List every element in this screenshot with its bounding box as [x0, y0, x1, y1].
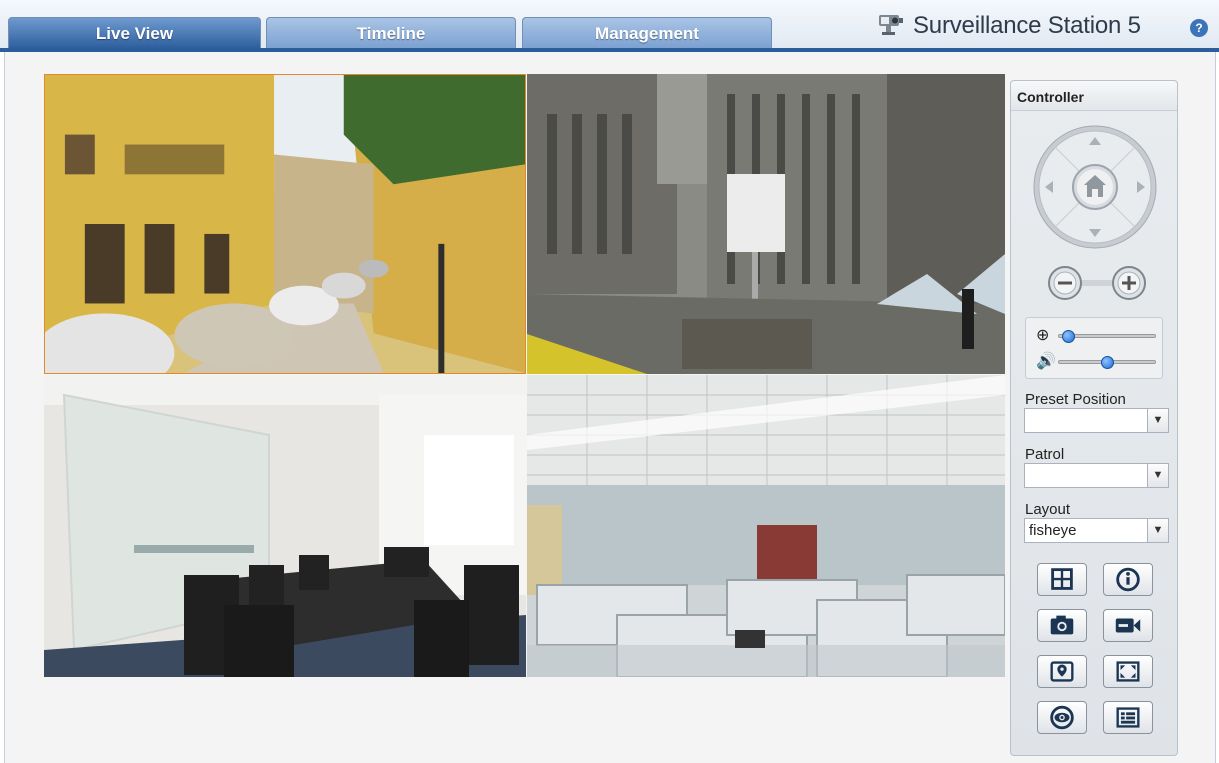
chevron-down-icon[interactable]: ▼ — [1147, 464, 1168, 487]
zoom-in-icon[interactable] — [1112, 266, 1146, 300]
emap-icon — [1050, 661, 1074, 682]
camera-logo-icon — [879, 15, 903, 35]
camera-view-street[interactable] — [44, 74, 526, 374]
snapshot-button[interactable] — [1037, 609, 1087, 642]
preset-position-select[interactable]: ▼ — [1024, 408, 1169, 433]
list-icon — [1116, 707, 1140, 728]
app-window: Live View Timeline Management Surveillan… — [0, 0, 1219, 763]
camera-view-meeting-room[interactable] — [44, 375, 526, 677]
emap-button[interactable] — [1037, 655, 1087, 688]
layout-label: Layout — [1025, 501, 1071, 518]
layout-grid-icon — [1051, 568, 1073, 590]
chevron-down-icon[interactable]: ▼ — [1147, 519, 1168, 542]
volume-slider-knob[interactable] — [1100, 356, 1114, 369]
header-bar: Live View Timeline Management Surveillan… — [0, 0, 1219, 52]
volume-slider-row: 🔊 — [1036, 352, 1156, 372]
record-button[interactable] — [1103, 609, 1153, 642]
app-title: Surveillance Station 5 — [913, 12, 1141, 39]
tab-timeline[interactable]: Timeline — [266, 17, 516, 49]
speaker-icon: 🔊 — [1036, 353, 1056, 370]
fullscreen-icon — [1116, 661, 1140, 682]
list-button[interactable] — [1103, 701, 1153, 734]
camera-view-plaza[interactable] — [527, 74, 1005, 374]
tab-management[interactable]: Management — [522, 17, 772, 49]
snapshot-icon — [1050, 615, 1074, 635]
record-icon — [1115, 618, 1141, 633]
preset-position-label: Preset Position — [1025, 391, 1126, 408]
zoom-out-icon[interactable] — [1048, 266, 1082, 300]
patrol-label: Patrol — [1025, 446, 1065, 463]
info-icon — [1116, 567, 1140, 592]
zoom-slider-row: ⊕ — [1036, 326, 1156, 346]
help-icon[interactable]: ? — [1190, 19, 1208, 37]
patrol-select[interactable]: ▼ — [1024, 463, 1169, 488]
layout-grid-button[interactable] — [1037, 563, 1087, 596]
fullscreen-button[interactable] — [1103, 655, 1153, 688]
layout-value: fisheye — [1029, 522, 1077, 539]
chevron-down-icon[interactable]: ▼ — [1147, 409, 1168, 432]
home-icon[interactable] — [1072, 164, 1118, 210]
ptz-dpad — [1033, 125, 1157, 249]
layout-select[interactable]: fisheye ▼ — [1024, 518, 1169, 543]
volume-slider[interactable] — [1058, 356, 1156, 369]
eye-button[interactable] — [1037, 701, 1087, 734]
tab-live-view[interactable]: Live View — [8, 17, 261, 49]
zoom-buttons — [1048, 266, 1146, 300]
camera-view-office[interactable] — [527, 375, 1005, 677]
info-button[interactable] — [1103, 563, 1153, 596]
controller-panel: Controller ⊕ 🔊 Preset Position ▼ Patrol … — [1010, 80, 1178, 756]
zoom-slider-knob[interactable] — [1062, 330, 1076, 343]
magnify-plus-icon: ⊕ — [1036, 327, 1050, 344]
eye-icon — [1050, 705, 1074, 730]
zoom-slider[interactable] — [1058, 330, 1156, 343]
controller-title: Controller — [1011, 81, 1177, 111]
slider-box: ⊕ 🔊 — [1025, 317, 1163, 379]
